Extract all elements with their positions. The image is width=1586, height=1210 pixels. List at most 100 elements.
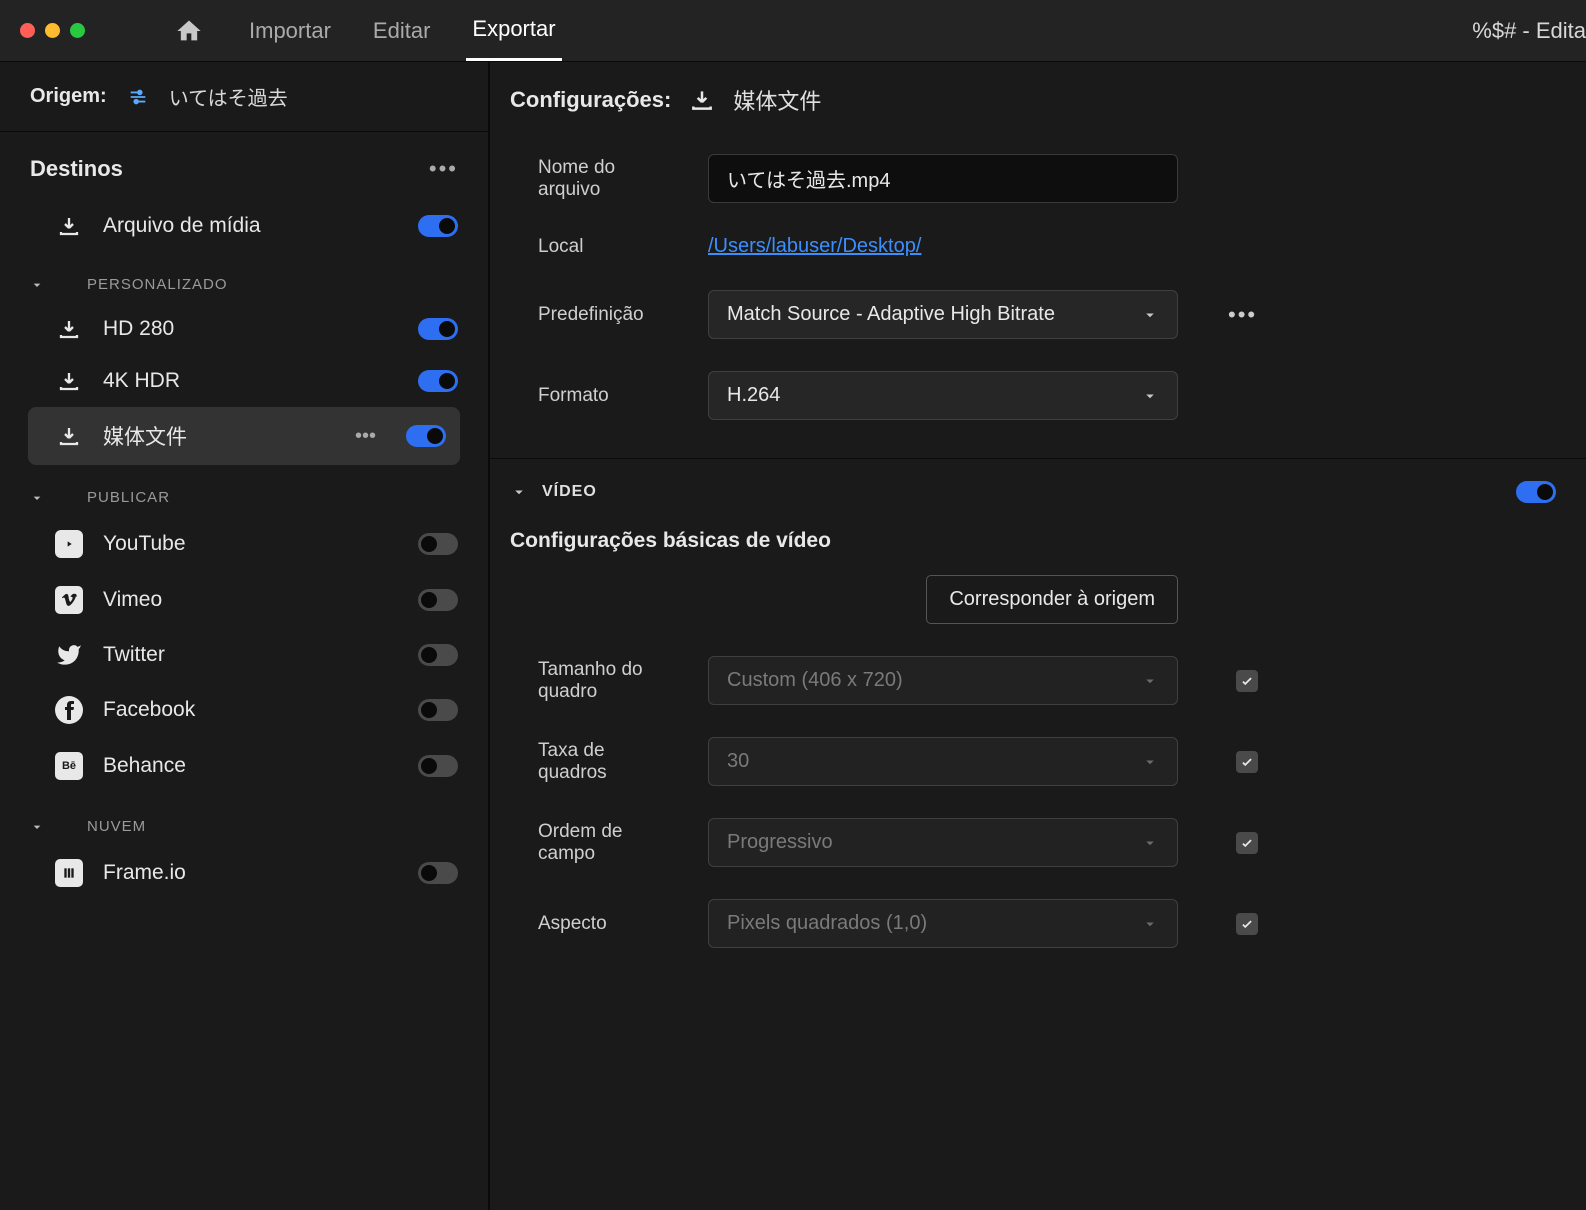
- group-publish-label: PUBLICAR: [87, 489, 170, 506]
- dest-twitter-label: Twitter: [103, 643, 398, 667]
- sidebar: Origem: いてはそ過去 Destinos ••• Arquivo de m…: [0, 62, 490, 1210]
- format-label: Formato: [538, 385, 678, 407]
- frame-size-label: Tamanho do quadro: [538, 659, 678, 703]
- download-icon: [689, 87, 715, 113]
- preset-label: Predefinição: [538, 304, 678, 326]
- format-row: Formato H.264: [490, 355, 1586, 436]
- destinations-title: Destinos: [30, 156, 123, 182]
- youtube-icon: [55, 530, 83, 558]
- match-source-button[interactable]: Corresponder à origem: [926, 575, 1178, 624]
- download-icon: [55, 317, 83, 341]
- preset-select[interactable]: Match Source - Adaptive High Bitrate: [708, 290, 1178, 339]
- preset-row: Predefinição Match Source - Adaptive Hig…: [490, 274, 1586, 355]
- dest-vimeo[interactable]: Vimeo: [0, 572, 488, 628]
- vimeo-icon: [55, 586, 83, 614]
- content: Configurações: 媒体文件 Nome do arquivo Loca…: [490, 62, 1586, 1210]
- sequence-icon: [127, 86, 149, 108]
- destinations-more-icon[interactable]: •••: [429, 156, 458, 182]
- chevron-down-icon: [29, 277, 45, 293]
- dest-frameio-label: Frame.io: [103, 861, 398, 885]
- frame-size-checkbox[interactable]: [1236, 670, 1258, 692]
- preset-more-icon[interactable]: •••: [1228, 302, 1257, 328]
- dest-facebook-label: Facebook: [103, 698, 398, 722]
- video-section-header[interactable]: VÍDEO: [490, 459, 1586, 519]
- dest-custom-more-icon[interactable]: •••: [355, 425, 376, 448]
- location-link[interactable]: /Users/labuser/Desktop/: [708, 235, 921, 258]
- tab-export[interactable]: Exportar: [466, 0, 561, 61]
- frame-rate-checkbox[interactable]: [1236, 751, 1258, 773]
- chevron-down-icon: [1141, 753, 1159, 771]
- dest-youtube-toggle[interactable]: [418, 533, 458, 555]
- dest-custom-0-toggle[interactable]: [418, 318, 458, 340]
- aspect-checkbox[interactable]: [1236, 913, 1258, 935]
- dest-youtube[interactable]: YouTube: [0, 516, 488, 572]
- video-section-title: VÍDEO: [542, 483, 1502, 501]
- field-order-select[interactable]: Progressivo: [708, 818, 1178, 867]
- chevron-down-icon: [1141, 915, 1159, 933]
- group-cloud-label: NUVEM: [87, 818, 146, 835]
- dest-media-file[interactable]: Arquivo de mídia: [0, 200, 488, 252]
- download-icon: [55, 424, 83, 448]
- frame-size-value: Custom (406 x 720): [727, 669, 903, 692]
- behance-icon: Bē: [55, 752, 83, 780]
- video-section-toggle[interactable]: [1516, 481, 1556, 503]
- field-order-checkbox[interactable]: [1236, 832, 1258, 854]
- dest-facebook[interactable]: Facebook: [0, 682, 488, 738]
- chevron-down-icon: [1141, 306, 1159, 324]
- titlebar: Importar Editar Exportar %$# - Edita: [0, 0, 1586, 62]
- settings-header: Configurações: 媒体文件: [490, 62, 1586, 138]
- tab-edit[interactable]: Editar: [367, 0, 436, 61]
- filename-row: Nome do arquivo: [490, 138, 1586, 219]
- filename-input[interactable]: [708, 154, 1178, 203]
- chevron-down-icon: [29, 490, 45, 506]
- dest-custom-1[interactable]: 4K HDR: [0, 355, 488, 407]
- dest-behance-toggle[interactable]: [418, 755, 458, 777]
- dest-frameio-toggle[interactable]: [418, 862, 458, 884]
- dest-twitter-toggle[interactable]: [418, 644, 458, 666]
- close-window-button[interactable]: [20, 23, 35, 38]
- destinations-header: Destinos •••: [0, 132, 488, 200]
- origin-label: Origem:: [30, 85, 107, 108]
- filename-label: Nome do arquivo: [538, 157, 678, 201]
- frame-rate-label: Taxa de quadros: [538, 740, 678, 784]
- dest-facebook-toggle[interactable]: [418, 699, 458, 721]
- field-order-value: Progressivo: [727, 831, 833, 854]
- tab-import[interactable]: Importar: [243, 0, 337, 61]
- dest-custom-2[interactable]: 媒体文件 •••: [28, 407, 460, 465]
- facebook-icon: [55, 696, 83, 724]
- aspect-value: Pixels quadrados (1,0): [727, 912, 927, 935]
- dest-youtube-label: YouTube: [103, 532, 398, 556]
- location-label: Local: [538, 236, 678, 258]
- dest-media-file-toggle[interactable]: [418, 215, 458, 237]
- match-source-row: Corresponder à origem: [490, 571, 1586, 640]
- dest-behance-label: Behance: [103, 754, 398, 778]
- dest-media-file-label: Arquivo de mídia: [103, 214, 398, 238]
- dest-twitter[interactable]: Twitter: [0, 628, 488, 682]
- dest-custom-1-toggle[interactable]: [418, 370, 458, 392]
- group-cloud-header[interactable]: NUVEM: [0, 794, 488, 845]
- chevron-down-icon: [29, 819, 45, 835]
- format-value: H.264: [727, 384, 780, 407]
- chevron-down-icon: [1141, 834, 1159, 852]
- home-icon[interactable]: [175, 17, 203, 45]
- frame-size-row: Tamanho do quadro Custom (406 x 720): [490, 640, 1586, 721]
- dest-vimeo-toggle[interactable]: [418, 589, 458, 611]
- dest-custom-0[interactable]: HD 280: [0, 303, 488, 355]
- frameio-icon: [55, 859, 83, 887]
- maximize-window-button[interactable]: [70, 23, 85, 38]
- field-order-row: Ordem de campo Progressivo: [490, 802, 1586, 883]
- dest-custom-2-toggle[interactable]: [406, 425, 446, 447]
- group-publish-header[interactable]: PUBLICAR: [0, 465, 488, 516]
- aspect-label: Aspecto: [538, 913, 678, 935]
- dest-frameio[interactable]: Frame.io: [0, 845, 488, 901]
- frame-rate-select[interactable]: 30: [708, 737, 1178, 786]
- preset-value: Match Source - Adaptive High Bitrate: [727, 303, 1055, 326]
- aspect-select[interactable]: Pixels quadrados (1,0): [708, 899, 1178, 948]
- format-select[interactable]: H.264: [708, 371, 1178, 420]
- group-custom-header[interactable]: PERSONALIZADO: [0, 252, 488, 303]
- dest-behance[interactable]: Bē Behance: [0, 738, 488, 794]
- frame-size-select[interactable]: Custom (406 x 720): [708, 656, 1178, 705]
- top-tabs: Importar Editar Exportar: [243, 0, 562, 61]
- chevron-down-icon: [1141, 672, 1159, 690]
- minimize-window-button[interactable]: [45, 23, 60, 38]
